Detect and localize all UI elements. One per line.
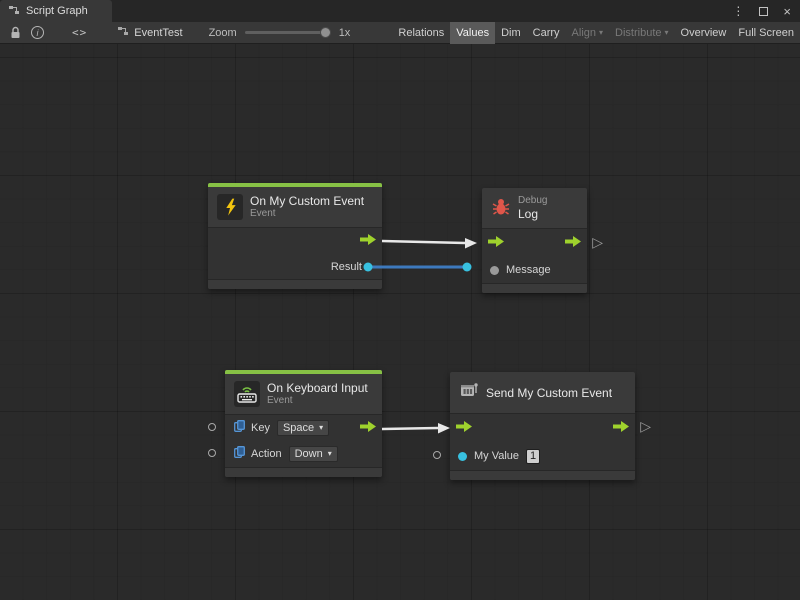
node-footer: [208, 280, 382, 289]
flow-output-port[interactable]: [565, 234, 581, 252]
lock-icon[interactable]: [7, 22, 23, 44]
wires-layer: [0, 44, 800, 600]
message-input-port[interactable]: [490, 266, 499, 275]
script-graph-icon: [8, 4, 20, 19]
zoom-slider[interactable]: [245, 31, 331, 34]
distribute-button[interactable]: Distribute▾: [609, 22, 674, 44]
key-outside-port[interactable]: [208, 423, 216, 431]
chevron-down-icon: ▾: [328, 450, 332, 458]
action-port-label: Action: [251, 448, 282, 460]
node-subtitle: Event: [267, 395, 368, 407]
node-category: Debug: [518, 195, 547, 207]
close-icon[interactable]: ×: [783, 4, 791, 19]
wire-flow-keyboard-to-send[interactable]: [382, 423, 450, 434]
zoom-control: Zoom 1x: [209, 27, 351, 39]
chevron-down-icon: ▾: [319, 424, 323, 432]
flow-input-port[interactable]: [456, 419, 472, 437]
node-footer: [482, 284, 587, 293]
my-value-outside-port[interactable]: [433, 451, 441, 459]
node-body: Message: [482, 228, 587, 284]
node-header: On My Custom Event Event: [208, 187, 382, 227]
enum-type-icon: [234, 445, 245, 463]
lightning-icon: [217, 194, 243, 220]
tab-script-graph[interactable]: Script Graph: [0, 0, 112, 22]
node-on-my-custom-event[interactable]: On My Custom Event Event Result: [208, 183, 382, 289]
fullscreen-button[interactable]: Full Screen: [732, 22, 800, 44]
info-icon[interactable]: i: [31, 26, 44, 39]
chevron-down-icon: ▾: [599, 29, 603, 37]
zoom-value: 1x: [339, 27, 351, 39]
window-controls: ⋮ ×: [732, 0, 800, 22]
node-body: Key Space▾ Action Down▾: [225, 414, 382, 468]
node-debug-log[interactable]: Debug Log Message ▷: [482, 188, 587, 293]
node-header: Send My Custom Event: [450, 372, 635, 413]
my-value-port-row: My Value: [450, 442, 635, 470]
graph-canvas[interactable]: On My Custom Event Event Result Debug L: [0, 44, 800, 600]
result-port-label: Result: [331, 261, 362, 273]
align-button[interactable]: Align▾: [566, 22, 609, 44]
action-outside-port[interactable]: [208, 449, 216, 457]
carry-button[interactable]: Carry: [527, 22, 566, 44]
my-value-field[interactable]: [526, 449, 540, 464]
key-port-row: Key Space▾: [225, 415, 382, 441]
zoom-slider-thumb[interactable]: [320, 27, 331, 38]
maximize-icon[interactable]: [759, 7, 768, 16]
event-machine-icon: [459, 380, 479, 405]
zoom-label: Zoom: [209, 27, 237, 39]
graph-name: EventTest: [134, 27, 182, 39]
flow-row: [450, 414, 635, 442]
toolbar-buttons: Relations Values Dim Carry Align▾ Distri…: [392, 22, 800, 44]
action-dropdown[interactable]: Down▾: [289, 446, 338, 462]
code-view-icon[interactable]: <>: [72, 26, 87, 39]
node-title: On My Custom Event: [250, 194, 364, 208]
graph-file-icon: [117, 25, 129, 40]
flow-continue-icon[interactable]: ▷: [640, 418, 651, 434]
chevron-down-icon: ▾: [665, 29, 669, 37]
node-footer: [225, 468, 382, 477]
keyboard-icon: [234, 381, 260, 407]
wire-flow-event-to-log[interactable]: [382, 238, 477, 249]
my-value-port-label: My Value: [474, 450, 519, 462]
action-port-row: Action Down▾: [225, 441, 382, 467]
node-header: Debug Log: [482, 188, 587, 228]
bug-icon: [491, 196, 511, 221]
node-body: Result: [208, 227, 382, 280]
node-subtitle: Event: [250, 208, 364, 220]
node-send-my-custom-event[interactable]: Send My Custom Event My Value ▷: [450, 372, 635, 480]
flow-input-port[interactable]: [488, 234, 504, 252]
flow-continue-icon[interactable]: ▷: [592, 234, 603, 250]
my-value-input-port[interactable]: [458, 452, 467, 461]
values-button[interactable]: Values: [450, 22, 495, 44]
message-port-row: Message: [482, 257, 587, 283]
node-title: Send My Custom Event: [486, 386, 612, 400]
graph-toolbar: i <> EventTest Zoom 1x Relations Values …: [0, 22, 800, 44]
key-dropdown[interactable]: Space▾: [277, 420, 329, 436]
node-body: My Value: [450, 413, 635, 471]
overview-button[interactable]: Overview: [675, 22, 733, 44]
flow-output-port[interactable]: [360, 419, 376, 437]
dim-button[interactable]: Dim: [495, 22, 527, 44]
node-header: On Keyboard Input Event: [225, 374, 382, 414]
relations-button[interactable]: Relations: [392, 22, 450, 44]
flow-output-row: [208, 228, 382, 254]
message-port-label: Message: [506, 264, 551, 276]
enum-type-icon: [234, 419, 245, 437]
graph-breadcrumb[interactable]: EventTest: [117, 25, 182, 40]
result-port-row: Result: [208, 254, 382, 279]
flow-row: [482, 229, 587, 257]
window-menu-icon[interactable]: ⋮: [732, 4, 744, 18]
node-title: On Keyboard Input: [267, 381, 368, 395]
window-titlebar: Script Graph ⋮ ×: [0, 0, 800, 22]
key-port-label: Key: [251, 422, 270, 434]
node-on-keyboard-input[interactable]: On Keyboard Input Event Key Space▾: [225, 370, 382, 477]
tab-label: Script Graph: [26, 5, 88, 17]
node-footer: [450, 471, 635, 480]
node-title: Log: [518, 207, 547, 221]
flow-output-port[interactable]: [613, 419, 629, 437]
flow-output-port[interactable]: [360, 232, 376, 250]
